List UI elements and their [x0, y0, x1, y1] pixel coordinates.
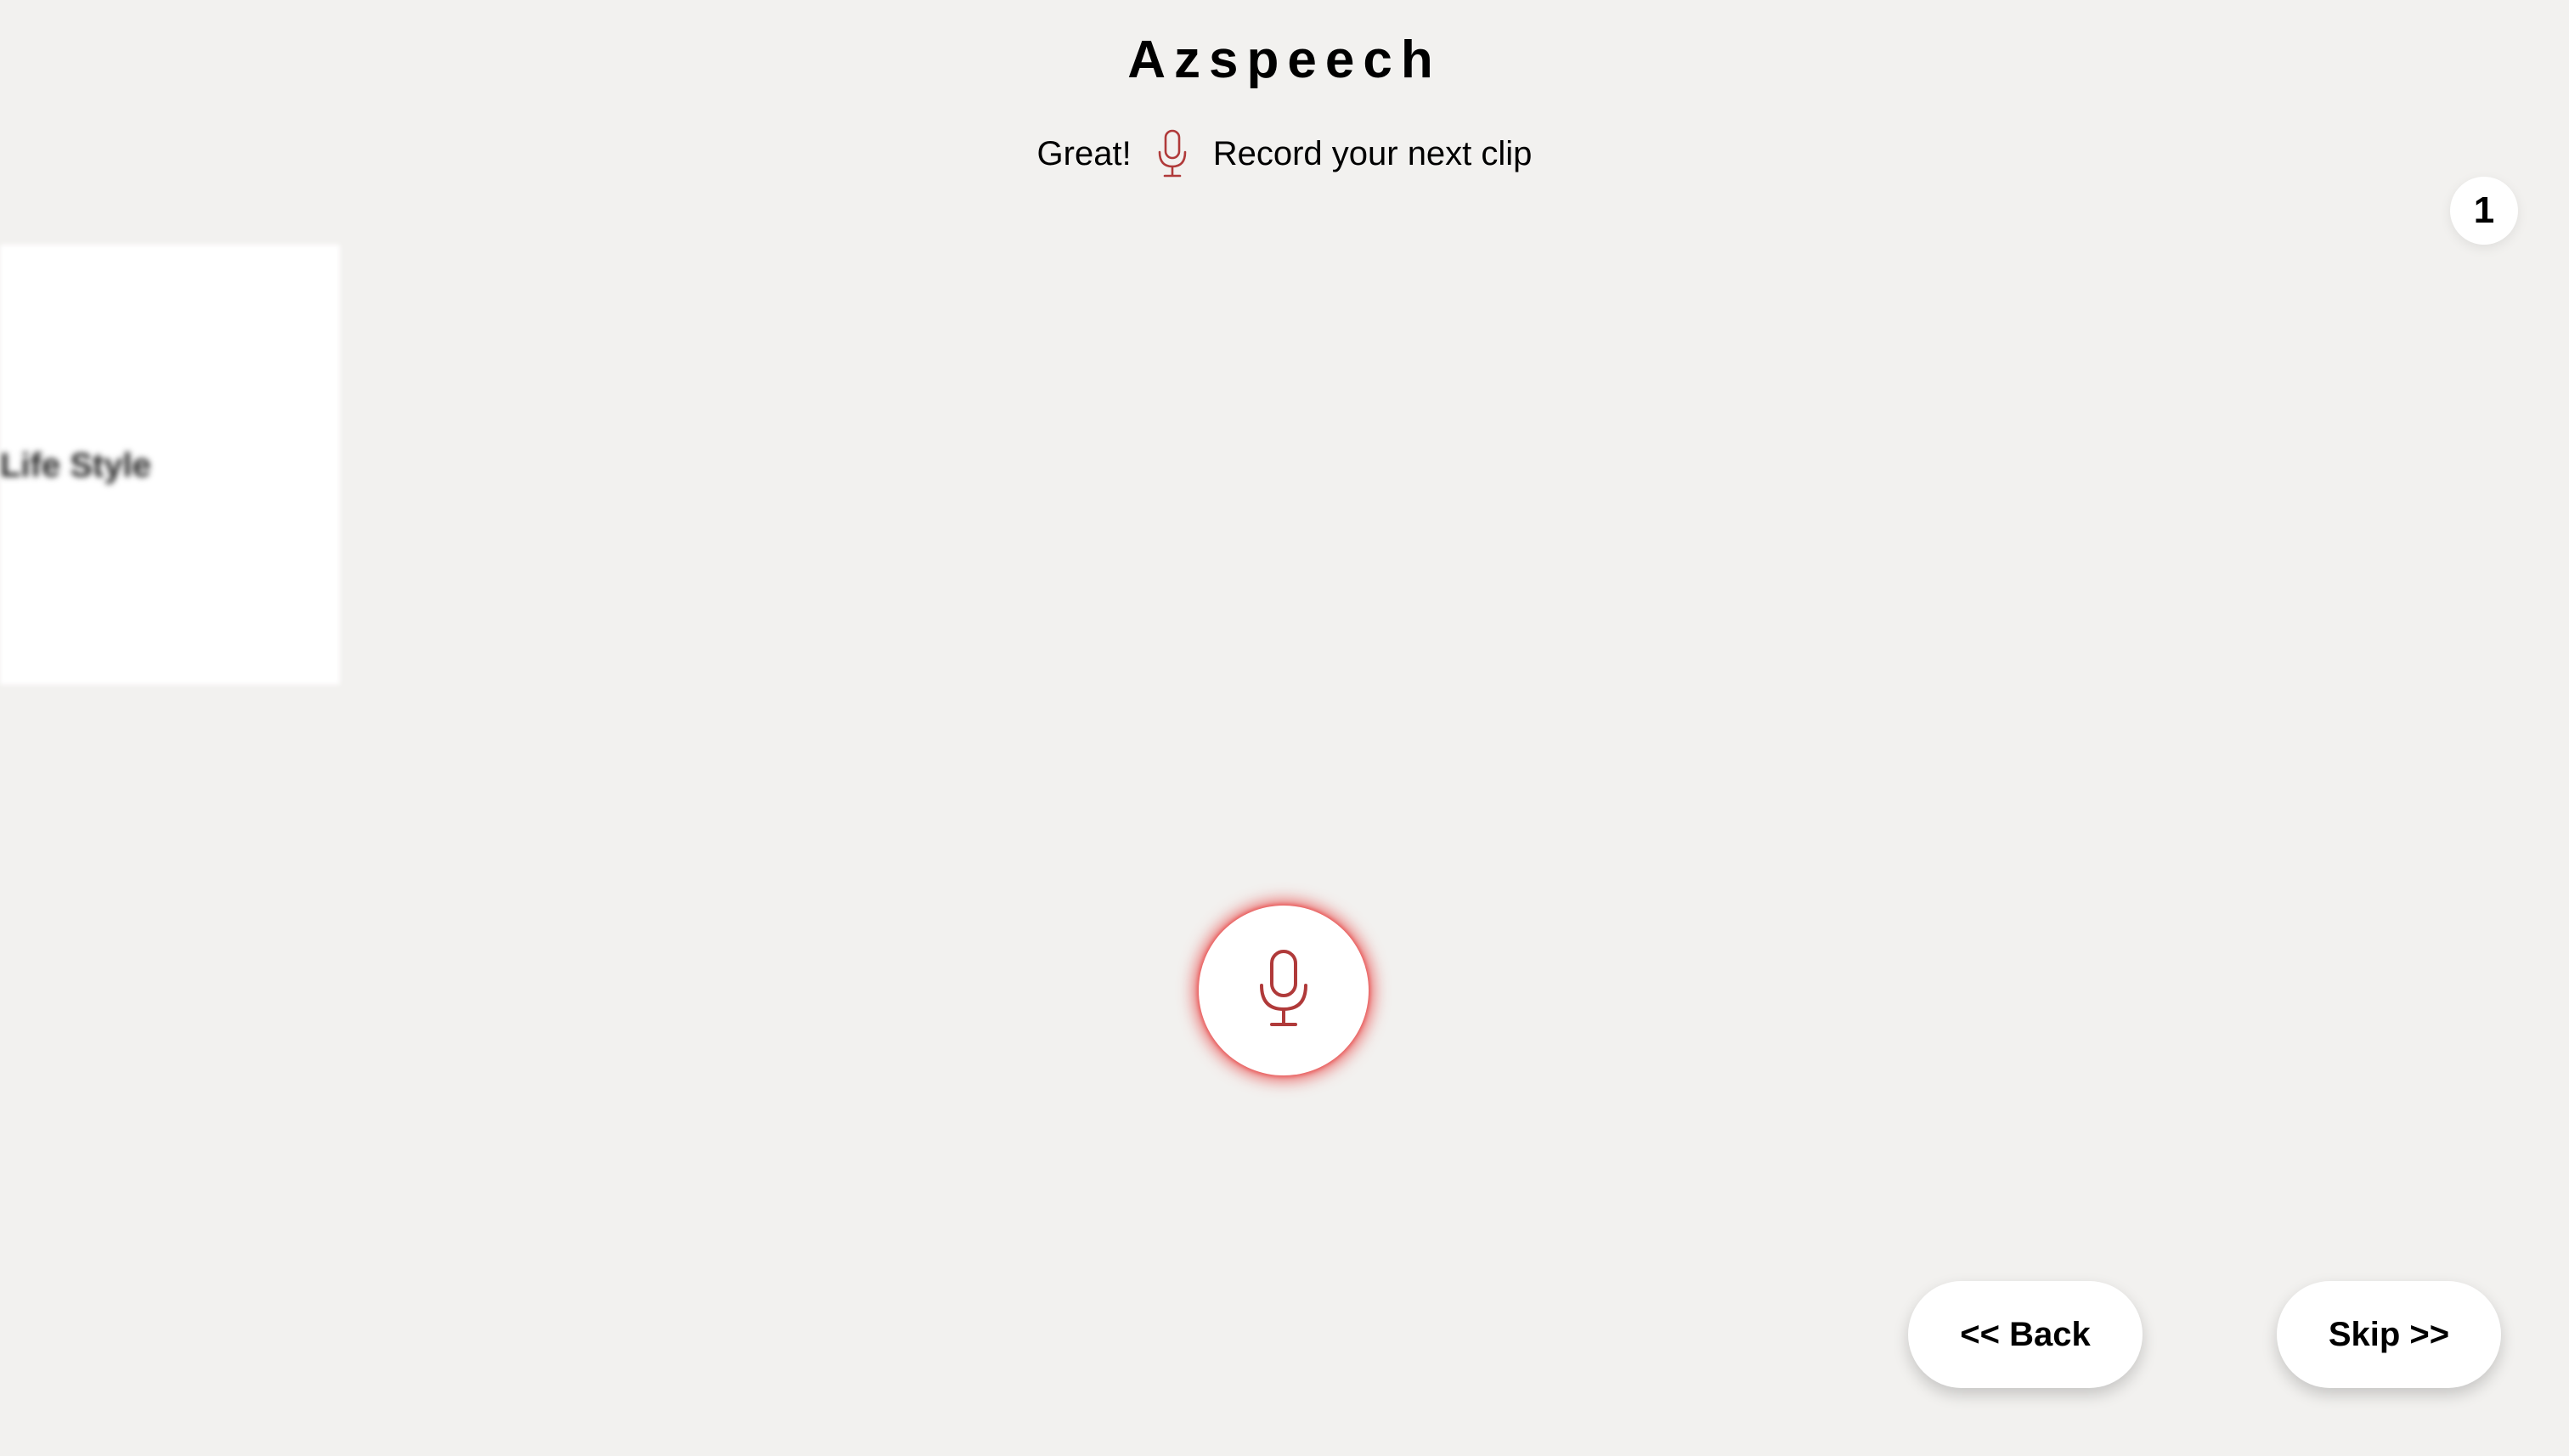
- clip-counter-badge: 1: [2450, 177, 2518, 245]
- record-button[interactable]: [1199, 906, 1369, 1075]
- microphone-icon: [1256, 948, 1311, 1034]
- back-button[interactable]: << Back: [1908, 1281, 2143, 1388]
- category-card-label: Life Style: [0, 447, 151, 484]
- microphone-icon: [1154, 127, 1191, 180]
- page: Azspeech Great! Record your next clip 1 …: [0, 0, 2569, 1456]
- skip-button[interactable]: Skip >>: [2277, 1281, 2501, 1388]
- prompt-suffix: Record your next clip: [1212, 135, 1533, 172]
- prompt-row: Great! Record your next clip: [0, 124, 2569, 183]
- prompt-prefix: Great!: [1036, 135, 1132, 172]
- app-title: Azspeech: [1127, 31, 1442, 89]
- category-card[interactable]: Life Style: [0, 245, 340, 685]
